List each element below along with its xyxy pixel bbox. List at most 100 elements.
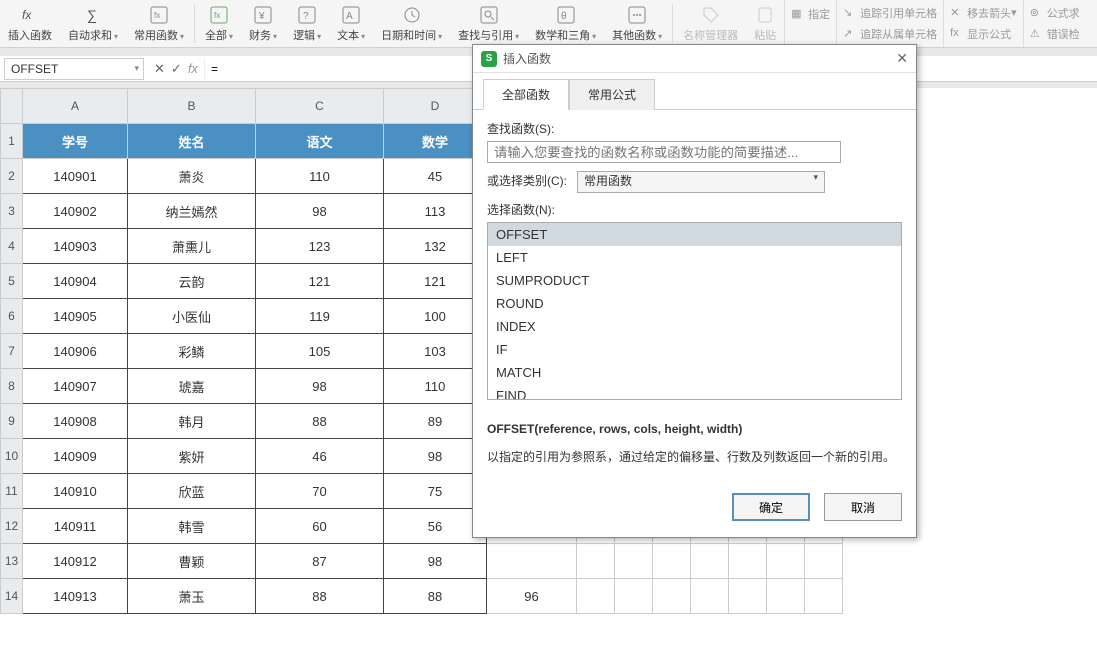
cell[interactable]: 纳兰嫣然: [128, 194, 256, 229]
tab-all-functions[interactable]: 全部函数: [483, 79, 569, 110]
row-header-6[interactable]: 6: [1, 299, 23, 334]
cell[interactable]: 140910: [23, 474, 128, 509]
lookup-button[interactable]: 查找与引用▾: [450, 0, 527, 47]
cell[interactable]: [767, 579, 805, 614]
cell[interactable]: 46: [256, 439, 384, 474]
cell[interactable]: 欣蓝: [128, 474, 256, 509]
finance-button[interactable]: ¥ 财务▾: [241, 0, 285, 47]
cell[interactable]: 140901: [23, 159, 128, 194]
remove-arrow-button[interactable]: ✕移去箭头▾: [950, 5, 1017, 21]
cell[interactable]: 曹颖: [128, 544, 256, 579]
row-header-14[interactable]: 14: [1, 579, 23, 614]
paste-button[interactable]: 粘贴: [746, 0, 784, 47]
cell[interactable]: 140908: [23, 404, 128, 439]
insert-function-button[interactable]: fx 插入函数: [0, 0, 60, 47]
cell[interactable]: [487, 544, 577, 579]
col-header-C[interactable]: C: [256, 89, 384, 124]
cell[interactable]: [691, 544, 729, 579]
cell[interactable]: [615, 579, 653, 614]
common-fn-button[interactable]: fx 常用函数▾: [126, 0, 192, 47]
function-item-if[interactable]: IF: [488, 338, 901, 361]
cell[interactable]: 121: [256, 264, 384, 299]
cell[interactable]: 140903: [23, 229, 128, 264]
cell[interactable]: 88: [384, 579, 487, 614]
cell[interactable]: 紫妍: [128, 439, 256, 474]
other-fn-button[interactable]: 其他函数▾: [604, 0, 670, 47]
cell[interactable]: 140911: [23, 509, 128, 544]
cell[interactable]: 98: [256, 194, 384, 229]
cell[interactable]: 萧玉: [128, 579, 256, 614]
col-header-B[interactable]: B: [128, 89, 256, 124]
cell[interactable]: 140902: [23, 194, 128, 229]
category-select[interactable]: 常用函数: [577, 171, 825, 193]
cancel-button[interactable]: 取消: [824, 493, 902, 521]
logic-button[interactable]: ? 逻辑▾: [285, 0, 329, 47]
cell[interactable]: [653, 544, 691, 579]
function-item-round[interactable]: ROUND: [488, 292, 901, 315]
cell[interactable]: 88: [256, 579, 384, 614]
cancel-formula-icon[interactable]: ✕: [154, 61, 165, 77]
close-icon[interactable]: ✕: [896, 50, 908, 67]
function-item-left[interactable]: LEFT: [488, 246, 901, 269]
cell[interactable]: 140912: [23, 544, 128, 579]
cell[interactable]: 140904: [23, 264, 128, 299]
cell[interactable]: 140909: [23, 439, 128, 474]
cell[interactable]: 87: [256, 544, 384, 579]
all-fn-button[interactable]: fx 全部▾: [197, 0, 241, 47]
row-header-2[interactable]: 2: [1, 159, 23, 194]
row-header-9[interactable]: 9: [1, 404, 23, 439]
cell[interactable]: 70: [256, 474, 384, 509]
cell[interactable]: [653, 579, 691, 614]
cell[interactable]: 韩月: [128, 404, 256, 439]
mathtrig-button[interactable]: θ 数学和三角▾: [527, 0, 604, 47]
text-button[interactable]: A 文本▾: [329, 0, 373, 47]
row-header-3[interactable]: 3: [1, 194, 23, 229]
cell[interactable]: 88: [256, 404, 384, 439]
tab-common-formulas[interactable]: 常用公式: [569, 79, 655, 110]
function-list[interactable]: OFFSETLEFTSUMPRODUCTROUNDINDEXIFMATCHFIN…: [487, 222, 902, 400]
cell[interactable]: 云韵: [128, 264, 256, 299]
cell[interactable]: [615, 544, 653, 579]
cell[interactable]: 琥嘉: [128, 369, 256, 404]
cell[interactable]: 萧熏儿: [128, 229, 256, 264]
cell[interactable]: 123: [256, 229, 384, 264]
cell[interactable]: 105: [256, 334, 384, 369]
cell[interactable]: 98: [256, 369, 384, 404]
cell[interactable]: 萧炎: [128, 159, 256, 194]
row-header-5[interactable]: 5: [1, 264, 23, 299]
accept-formula-icon[interactable]: ✓: [171, 61, 182, 77]
cell[interactable]: [691, 579, 729, 614]
name-box[interactable]: OFFSET: [4, 58, 144, 80]
cell[interactable]: 韩雪: [128, 509, 256, 544]
cell[interactable]: [767, 544, 805, 579]
ok-button[interactable]: 确定: [732, 493, 810, 521]
row-header-1[interactable]: 1: [1, 124, 23, 159]
cell[interactable]: 98: [384, 544, 487, 579]
row-header-8[interactable]: 8: [1, 369, 23, 404]
function-item-offset[interactable]: OFFSET: [488, 223, 901, 246]
function-item-find[interactable]: FIND: [488, 384, 901, 400]
function-item-index[interactable]: INDEX: [488, 315, 901, 338]
cell[interactable]: 彩鳞: [128, 334, 256, 369]
function-item-sumproduct[interactable]: SUMPRODUCT: [488, 269, 901, 292]
cell[interactable]: [577, 579, 615, 614]
cell[interactable]: 140913: [23, 579, 128, 614]
cell[interactable]: [729, 579, 767, 614]
cell[interactable]: [729, 544, 767, 579]
fx-label-icon[interactable]: fx: [188, 61, 198, 76]
name-manager-button[interactable]: 名称管理器: [675, 0, 746, 47]
autosum-button[interactable]: ∑ 自动求和▾: [60, 0, 126, 47]
col-header-A[interactable]: A: [23, 89, 128, 124]
formula-evaluate-button[interactable]: ⊚公式求: [1030, 5, 1080, 21]
cell[interactable]: 110: [256, 159, 384, 194]
row-header-11[interactable]: 11: [1, 474, 23, 509]
cell[interactable]: [577, 544, 615, 579]
cell[interactable]: 140905: [23, 299, 128, 334]
cell[interactable]: [805, 544, 843, 579]
cell[interactable]: [805, 579, 843, 614]
row-header-7[interactable]: 7: [1, 334, 23, 369]
datetime-button[interactable]: 日期和时间▾: [373, 0, 450, 47]
cell[interactable]: 119: [256, 299, 384, 334]
row-header-13[interactable]: 13: [1, 544, 23, 579]
select-all-corner[interactable]: [1, 89, 23, 124]
